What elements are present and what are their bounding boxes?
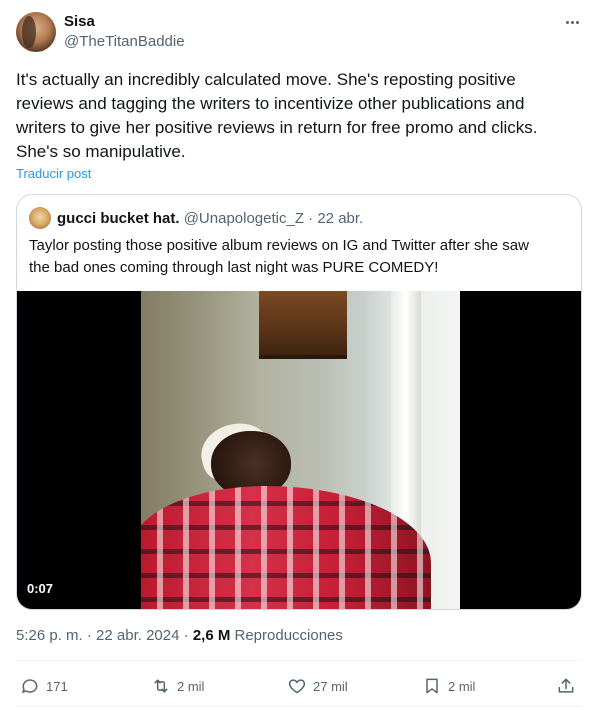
like-button[interactable]: 27 mil	[287, 672, 348, 700]
bookmark-count: 2 mil	[448, 678, 476, 694]
quoted-video[interactable]: 0:07	[17, 291, 581, 609]
bookmark-icon	[426, 678, 438, 694]
author-name[interactable]: Sisa	[64, 12, 95, 32]
divider	[16, 706, 582, 707]
share-button[interactable]	[556, 672, 576, 700]
views-count: 2,6 M	[192, 627, 231, 644]
quoted-tweet[interactable]: gucci bucket hat. @Unapologetic_Z · 22 a…	[16, 194, 582, 610]
meta-separator: ·	[183, 627, 189, 644]
quoted-author-avatar[interactable]	[29, 207, 51, 229]
repost-button[interactable]: 2 mil	[151, 672, 204, 700]
video-duration: 0:07	[27, 581, 54, 596]
bookmark-button[interactable]: 2 mil	[422, 672, 475, 700]
divider	[16, 660, 582, 661]
meta-separator: ·	[86, 627, 92, 644]
author-avatar[interactable]	[16, 12, 56, 52]
reply-button[interactable]: 171	[20, 672, 68, 700]
author-handle[interactable]: @TheTitanBaddie	[64, 32, 185, 52]
translate-post-link[interactable]: Traducir post	[16, 166, 91, 182]
quoted-author-handle: @Unapologetic_Z	[183, 210, 304, 227]
heart-icon	[288, 679, 306, 694]
tweet-meta: 5:26 p. m. · 22 abr. 2024 · 2,6 M Reprod…	[16, 626, 343, 646]
quoted-date[interactable]: 22 abr.	[317, 210, 363, 227]
quoted-author-name[interactable]: gucci bucket hat.	[57, 210, 180, 227]
tweet-text: It's actually an incredibly calculated m…	[16, 70, 538, 161]
repost-icon	[154, 679, 168, 693]
quoted-tweet-header: gucci bucket hat. @Unapologetic_Z · 22 a…	[57, 209, 363, 229]
video-frame	[141, 291, 460, 609]
views-label: Reproducciones	[234, 627, 343, 644]
tweet-time[interactable]: 5:26 p. m.	[16, 627, 83, 644]
repost-count: 2 mil	[177, 678, 205, 694]
more-icon	[565, 20, 569, 24]
quoted-separator: ·	[308, 210, 314, 227]
like-count: 27 mil	[313, 678, 348, 694]
reply-icon	[22, 679, 38, 693]
reply-count: 171	[46, 678, 68, 694]
more-options-button[interactable]	[562, 14, 582, 30]
quoted-tweet-text: Taylor posting those positive album revi…	[29, 237, 529, 276]
share-icon	[558, 678, 574, 693]
tweet-date[interactable]: 22 abr. 2024	[96, 627, 179, 644]
action-bar: 171 2 mil 27 mil 2 mil	[16, 672, 582, 700]
